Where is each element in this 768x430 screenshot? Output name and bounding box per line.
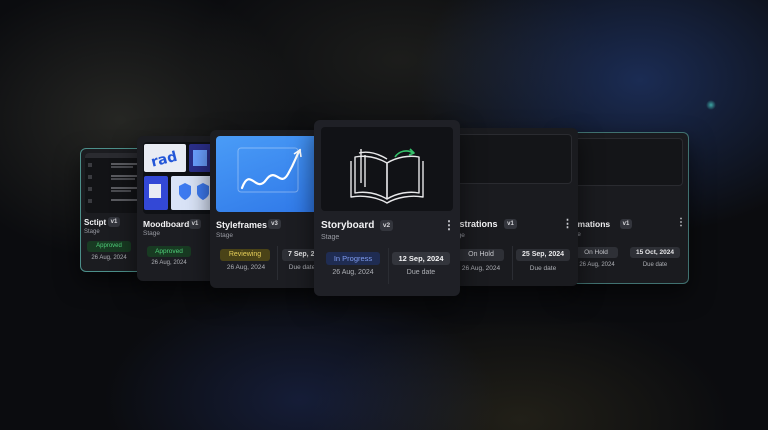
- card-title: Storyboard: [321, 220, 375, 231]
- stage-label: Stage: [321, 234, 340, 241]
- date-label: 26 Aug, 2024: [91, 255, 127, 261]
- divider: [388, 248, 389, 284]
- card-storyboard[interactable]: Storyboard v2 ⋮ Stage In Progress 26 Aug…: [314, 120, 460, 296]
- due-date-value: 15 Oct, 2024: [630, 247, 680, 258]
- date-label: 26 Aug, 2024: [579, 262, 615, 268]
- due-date-value: 12 Sep, 2024: [392, 252, 450, 265]
- status-badge: On Hold: [574, 247, 618, 258]
- due-date-value: 25 Sep, 2024: [516, 249, 570, 261]
- stage-label: Stage: [84, 229, 100, 235]
- stage-label: Stage: [143, 230, 160, 237]
- date-label: 26 Aug, 2024: [151, 260, 187, 266]
- card-title: Styleframes: [216, 220, 268, 230]
- status-badge: In Progress: [326, 252, 380, 265]
- styleframes-thumbnail: [216, 136, 320, 212]
- version-badge: v1: [620, 219, 632, 229]
- divider: [277, 246, 278, 280]
- kebab-icon[interactable]: ⋮: [562, 217, 573, 230]
- date-label: 26 Aug, 2024: [461, 265, 501, 272]
- date-label: 26 Aug, 2024: [226, 264, 266, 271]
- card-title: Sctipt: [84, 218, 107, 227]
- due-date-label: Due date: [642, 262, 668, 268]
- status-badge: Approved: [87, 241, 131, 252]
- status-badge: Reviewing: [220, 249, 270, 261]
- card-title: ustrations: [454, 219, 498, 229]
- illustrations-thumbnail: [456, 134, 572, 184]
- animations-thumbnail: [571, 138, 683, 186]
- card-animations[interactable]: nimations v1 ⋮ age On Hold 26 Aug, 2024 …: [565, 132, 689, 284]
- kebab-icon[interactable]: ⋮: [676, 217, 686, 228]
- stage-label: Stage: [216, 232, 233, 239]
- card-styleframes[interactable]: Styleframes v3 Stage Reviewing 26 Aug, 2…: [210, 130, 324, 288]
- version-badge: v1: [108, 217, 120, 227]
- version-badge: v1: [504, 219, 517, 229]
- due-date-label: Due date: [406, 269, 436, 276]
- background-glow: [706, 100, 716, 110]
- kebab-icon[interactable]: ⋮: [443, 218, 455, 232]
- status-badge: Approved: [147, 246, 191, 257]
- version-badge: v2: [380, 220, 393, 231]
- due-date-label: Due date: [529, 265, 557, 272]
- status-badge: On Hold: [458, 249, 504, 261]
- version-badge: v3: [268, 219, 281, 229]
- open-book-icon: [350, 148, 424, 204]
- date-label: 26 Aug, 2024: [332, 269, 374, 276]
- version-badge: v1: [189, 219, 201, 229]
- card-illustrations[interactable]: ustrations v1 ⋮ age On Hold 26 Aug, 2024…: [450, 128, 578, 286]
- divider: [512, 246, 513, 280]
- card-title: Moodboard: [143, 219, 190, 229]
- storyboard-thumbnail: [321, 127, 453, 211]
- moodboard-thumbnail: rad: [143, 142, 219, 214]
